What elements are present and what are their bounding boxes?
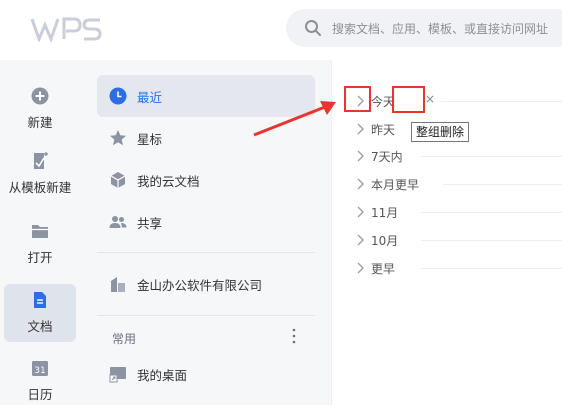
- group-earlier[interactable]: 更早: [353, 256, 562, 280]
- chevron-right-icon[interactable]: [355, 150, 365, 162]
- calendar-badge: 31: [34, 366, 45, 376]
- group-divider: [441, 101, 562, 102]
- rail-item-label: 日历: [27, 387, 53, 402]
- group-label: 昨天: [371, 123, 396, 137]
- nav-item-label: 星标: [137, 132, 163, 147]
- rail-item-label: 文档: [27, 319, 53, 334]
- group-divider: [421, 156, 562, 157]
- chevron-right-icon[interactable]: [355, 178, 365, 190]
- nav-item-cloud-docs[interactable]: 我的云文档: [97, 159, 315, 201]
- folder-icon: [32, 225, 48, 238]
- nav-item-my-desktop[interactable]: 我的桌面: [97, 353, 315, 395]
- nav-item-label: 我的桌面: [137, 368, 188, 383]
- top-bar: 搜索文档、应用、模板、或直接访问网址: [0, 0, 562, 60]
- chevron-right-icon[interactable]: [355, 123, 365, 135]
- annotation-arrow: [253, 101, 336, 137]
- group-earlier-this-month[interactable]: 本月更早: [353, 172, 562, 196]
- group-divider: [421, 268, 562, 269]
- group-october[interactable]: 10月: [353, 228, 562, 252]
- annotation-box-expand: [344, 86, 371, 112]
- delete-group-button[interactable]: ×: [425, 92, 435, 106]
- group-label: 本月更早: [371, 178, 420, 192]
- nav-divider: [97, 252, 315, 253]
- common-section-label: 常用: [112, 332, 137, 346]
- group-label: 11月: [371, 206, 399, 220]
- search-bar[interactable]: 搜索文档、应用、模板、或直接访问网址: [286, 9, 562, 47]
- rail-item-label: 新建: [27, 115, 53, 130]
- nav-item-shared[interactable]: 共享: [97, 201, 315, 243]
- annotation-box-delete: [392, 86, 425, 113]
- rail-item-open[interactable]: 打开: [4, 215, 76, 273]
- rail-item-documents[interactable]: 文档: [4, 284, 76, 342]
- more-vertical-icon[interactable]: [288, 326, 300, 346]
- group-divider: [421, 240, 562, 241]
- calendar-icon: 31: [32, 361, 48, 376]
- nav-item-label: 我的云文档: [137, 174, 200, 189]
- delete-group-tooltip: 整组删除: [411, 122, 470, 142]
- nav-item-organization[interactable]: 金山办公软件有限公司: [97, 263, 315, 305]
- search-icon: [305, 20, 321, 36]
- plus-circle-icon: [31, 87, 49, 105]
- nav-divider: [97, 315, 315, 316]
- left-rail: 新建 从模板新建 打开 文档 31 日历: [0, 60, 82, 405]
- desktop-shortcut-icon: [109, 367, 126, 383]
- group-label: 更早: [371, 262, 396, 276]
- chevron-right-icon[interactable]: [355, 234, 365, 246]
- group-label: 10月: [371, 234, 399, 248]
- users-icon: [109, 216, 127, 228]
- group-november[interactable]: 11月: [353, 200, 562, 224]
- rail-item-label: 从模板新建: [8, 180, 72, 195]
- group-label: 7天内: [371, 150, 403, 164]
- template-icon: [34, 152, 48, 169]
- star-icon: [110, 130, 126, 146]
- building-icon: [111, 277, 125, 292]
- clock-icon: [109, 87, 127, 105]
- document-icon: [34, 292, 46, 308]
- group-divider: [421, 212, 562, 213]
- wps-logo: [30, 17, 102, 42]
- chevron-right-icon[interactable]: [355, 262, 365, 274]
- group-divider: [443, 184, 562, 185]
- rail-item-calendar[interactable]: 31 日历: [4, 352, 76, 405]
- rail-item-from-template[interactable]: 从模板新建: [4, 145, 76, 203]
- nav-item-label: 最近: [137, 90, 163, 105]
- chevron-right-icon[interactable]: [355, 206, 365, 218]
- rail-item-new[interactable]: 新建: [4, 80, 76, 138]
- search-placeholder: 搜索文档、应用、模板、或直接访问网址: [332, 22, 549, 36]
- group-7-days[interactable]: 7天内: [353, 144, 562, 168]
- rail-item-label: 打开: [27, 250, 53, 265]
- group-today[interactable]: 今天 ×: [353, 89, 562, 113]
- cloud-box-icon: [110, 172, 126, 188]
- nav-item-label: 共享: [137, 216, 163, 231]
- nav-item-label: 金山办公软件有限公司: [137, 278, 263, 293]
